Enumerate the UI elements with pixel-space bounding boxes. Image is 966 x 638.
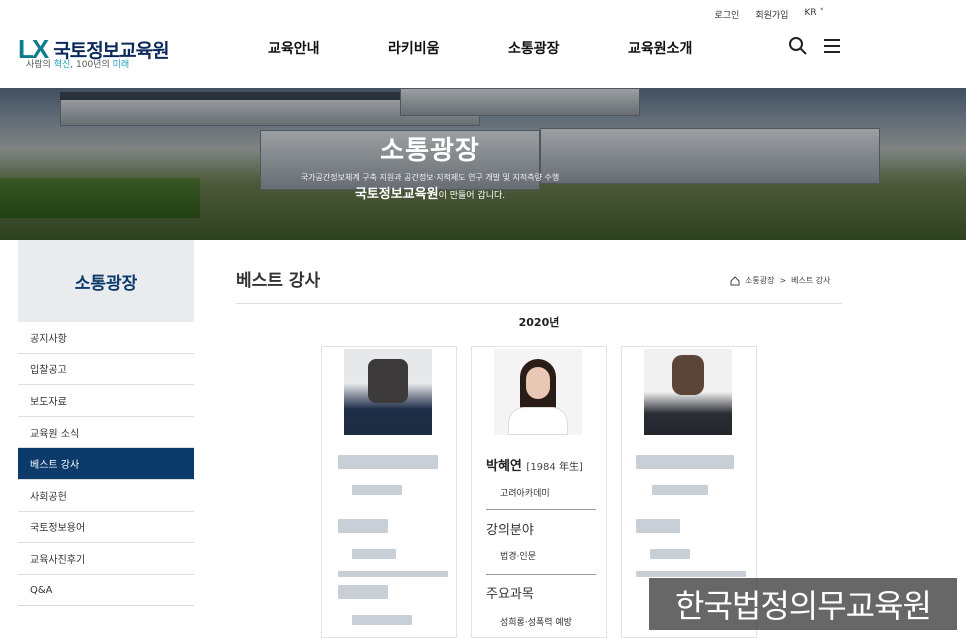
instructor-card <box>321 346 457 638</box>
divider <box>486 574 596 575</box>
sidebar-item-press[interactable]: 보도자료 <box>18 385 194 417</box>
main-nav: 교육안내 라키비움 소통광장 교육원소개 <box>268 38 748 58</box>
sidebar-item-bid[interactable]: 입찰공고 <box>18 354 194 386</box>
field-heading: 강의분야 <box>486 523 534 538</box>
year-label: 2020년 <box>518 316 560 329</box>
sidebar-item-social[interactable]: 사회공헌 <box>18 480 194 512</box>
sidebar-item-news[interactable]: 교육원 소식 <box>18 417 194 449</box>
slogan-highlight: 미래 <box>112 60 130 70</box>
hero-title: 소통광장 <box>380 136 480 166</box>
hero-tagline-text: 이 만들어 갑니다. <box>438 191 506 201</box>
breadcrumb-current: 베스트 강사 <box>791 276 831 285</box>
sidebar-item-best-instructor[interactable]: 베스트 강사 <box>18 448 194 480</box>
nav-item-about[interactable]: 교육원소개 <box>628 38 748 58</box>
breadcrumb: 소통광장 > 베스트 강사 <box>730 275 831 286</box>
instructor-photo <box>644 349 732 435</box>
slogan-highlight: 혁신 <box>53 60 71 70</box>
site-header: 로그인 회원가입 KR ˅ LX 국토정보교육원 사람의 혁신, 100년의 미… <box>0 0 966 88</box>
hero-tagline-name: 국토정보교육원 <box>354 187 439 202</box>
page-title: 베스트 강사 <box>236 271 321 291</box>
language-selector[interactable]: KR ˅ <box>804 8 824 21</box>
search-icon[interactable] <box>788 36 808 56</box>
instructor-photo <box>344 349 432 435</box>
breadcrumb-separator: > <box>779 276 787 285</box>
sidebar-item-glossary[interactable]: 국토정보용어 <box>18 512 194 544</box>
hero-tagline: 국토정보교육원이 만들어 갑니다. <box>0 183 860 202</box>
utility-links: 로그인 회원가입 KR ˅ <box>715 8 825 21</box>
instructor-name: 박혜연 [1984 年生] <box>486 455 583 474</box>
slogan-text: , 100년의 <box>70 60 113 70</box>
subject-value: 성희롱·성폭력 예방 <box>500 618 572 628</box>
subject-heading: 주요과목 <box>486 587 534 602</box>
menu-icon[interactable] <box>822 36 842 56</box>
breadcrumb-item[interactable]: 소통광장 <box>745 275 774 286</box>
field-value: 법경·인문 <box>500 552 536 562</box>
instructor-name-text: 박혜연 <box>486 459 522 474</box>
nav-item-edu-guide[interactable]: 교육안내 <box>268 38 388 58</box>
instructor-affiliation: 고려아카데미 <box>500 489 550 499</box>
slogan-text: 사람의 <box>26 60 54 70</box>
slogan: 사람의 혁신, 100년의 미래 <box>26 57 129 70</box>
login-link[interactable]: 로그인 <box>715 8 740 21</box>
title-divider <box>236 303 842 304</box>
sidebar-title: 소통광장 <box>18 240 194 322</box>
sidebar: 소통광장 공지사항 입찰공고 보도자료 교육원 소식 베스트 강사 사회공헌 국… <box>18 240 194 607</box>
sidebar-item-notice[interactable]: 공지사항 <box>18 322 194 354</box>
header-icons <box>788 36 842 56</box>
signup-link[interactable]: 회원가입 <box>755 8 788 21</box>
instructor-card-featured: 박혜연 [1984 年生] 고려아카데미 강의분야 법경·인문 주요과목 성희롱… <box>471 346 607 638</box>
hero-banner: 소통광장 국가공간정보체계 구축 지원과 공간정보·지적제도 연구 개발 및 지… <box>0 88 966 240</box>
nav-item-larchiveum[interactable]: 라키비움 <box>388 38 508 58</box>
instructor-birth: [1984 年生] <box>526 462 583 473</box>
sidebar-item-photo-review[interactable]: 교육사진후기 <box>18 543 194 575</box>
nav-item-community[interactable]: 소통광장 <box>508 38 628 58</box>
instructor-photo <box>494 349 582 435</box>
divider <box>486 509 596 510</box>
home-icon[interactable] <box>730 275 740 286</box>
watermark-text: 한국법정의무교육원 <box>649 578 957 630</box>
sidebar-menu: 공지사항 입찰공고 보도자료 교육원 소식 베스트 강사 사회공헌 국토정보용어… <box>18 322 194 607</box>
hero-subtitle: 국가공간정보체계 구축 지원과 공간정보·지적제도 연구 개발 및 지적측량 수… <box>300 173 560 182</box>
sidebar-item-qna[interactable]: Q&A <box>18 575 194 607</box>
